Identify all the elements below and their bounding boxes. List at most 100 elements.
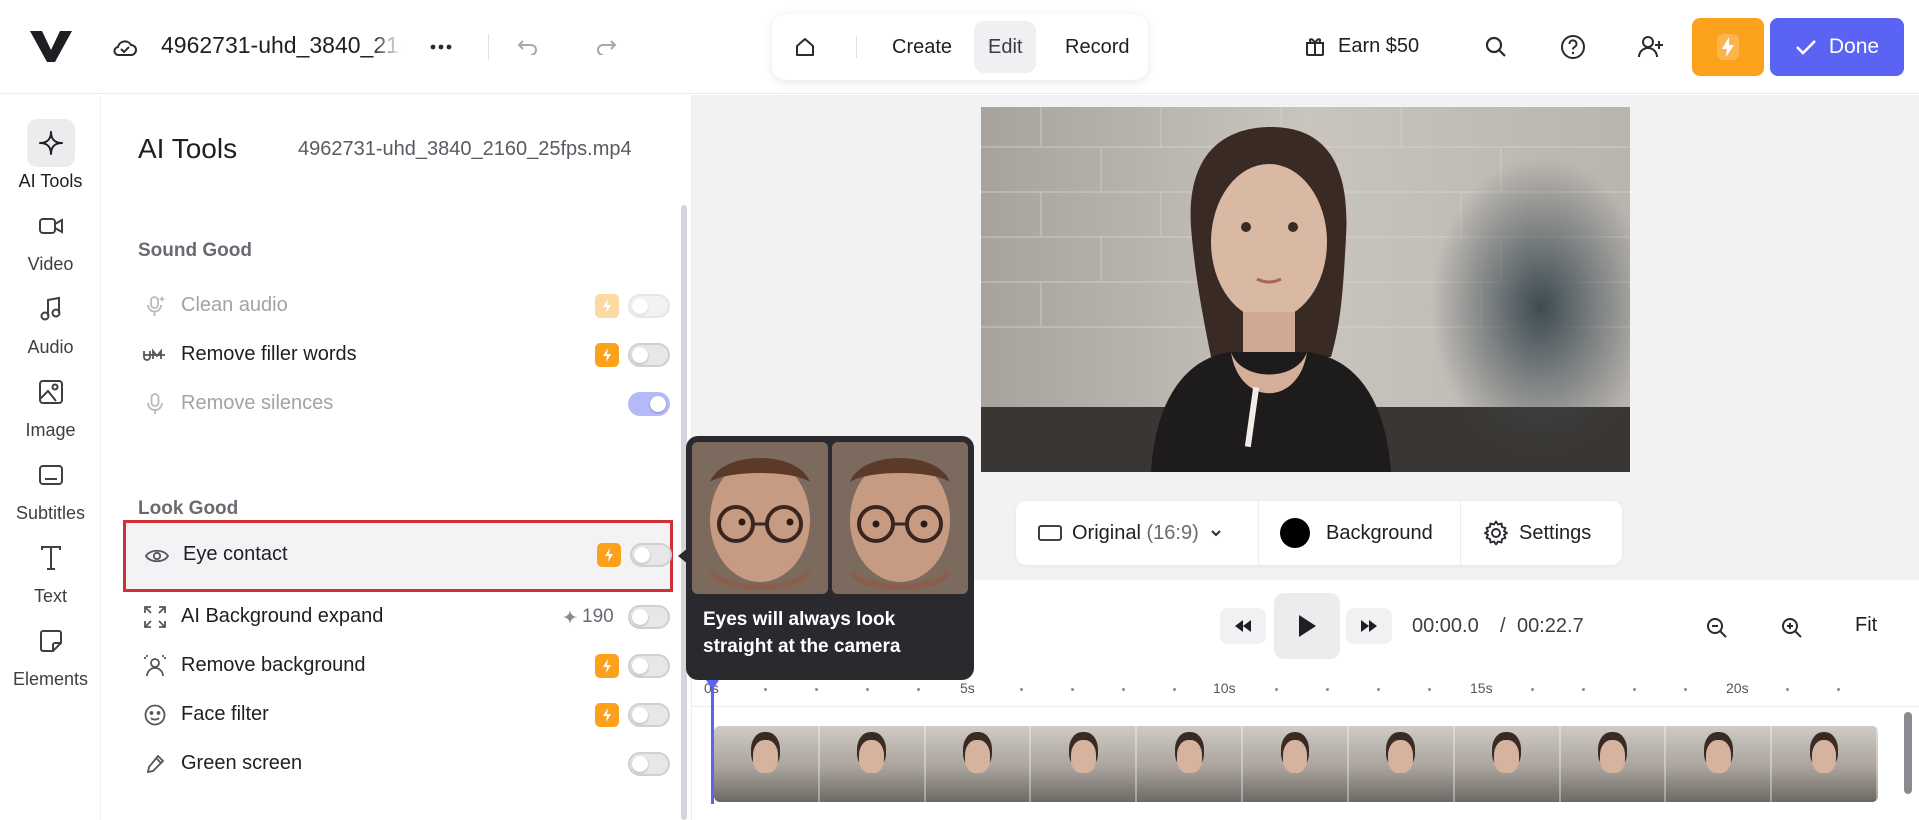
ruler-label-5s: 5s [960,680,975,696]
ruler-tick-dot [1122,688,1125,691]
rail-item-elements[interactable]: Elements [0,617,101,709]
gear-icon [1484,520,1508,546]
timeline-scrollbar[interactable] [1904,712,1912,794]
ruler-tick-dot [1582,688,1585,691]
playhead[interactable] [711,684,714,804]
ai-background-expand-toggle[interactable] [628,605,670,629]
green-screen-toggle[interactable] [628,752,670,776]
clip-thumbnail [1454,726,1561,802]
cloud-saved-icon[interactable] [110,32,140,62]
tab-edit[interactable]: Edit [974,21,1037,73]
ruler-tick-dot [1326,688,1329,691]
redo-icon[interactable] [590,32,622,62]
earn-label: Earn $50 [1338,34,1420,57]
credit-value: 190 [582,606,614,627]
project-filename[interactable]: 4962731-uhd_3840_2160_25fps.mp4 [161,32,401,59]
tool-label: Remove background [181,654,366,676]
tooltip-before-image [692,442,828,594]
mode-switcher: Create Edit Record [772,14,1148,80]
background-button[interactable]: Background [1280,501,1433,565]
rail-item-text[interactable]: Text [0,534,101,626]
video-preview[interactable] [981,107,1630,472]
rail-item-subtitles[interactable]: Subtitles [0,451,101,543]
clip-thumbnail [1137,726,1244,802]
ruler-label-10s: 10s [1213,680,1236,696]
microphone-icon [142,391,168,417]
remove-filler-words-toggle[interactable] [628,343,670,367]
remove-background-toggle[interactable] [628,654,670,678]
background-label: Background [1326,521,1433,544]
zoom-fit-button[interactable]: Fit [1855,614,1877,637]
credit-cost: 190 [562,606,614,628]
tooltip-after-image [832,442,968,594]
clip-thumbnail [1031,726,1138,802]
section-label-sound-good: Sound Good [138,240,252,261]
done-button[interactable]: Done [1770,18,1904,76]
time-separator: / [1500,615,1506,637]
aspect-ratio-dropdown[interactable]: Original (16:9) [1038,501,1223,565]
tool-label: Remove silences [181,392,334,414]
app-logo-icon[interactable] [28,28,74,64]
aspect-ratio-icon [1038,525,1062,541]
remove-silences-toggle[interactable] [628,392,670,416]
ruler-tick-dot [1377,688,1380,691]
help-icon[interactable] [1556,30,1590,64]
ruler-tick-dot [1633,688,1636,691]
home-icon[interactable] [788,30,822,64]
done-label: Done [1828,35,1880,58]
rail-label: Audio [27,337,74,357]
face-filter-toggle[interactable] [628,703,670,727]
fast-forward-icon[interactable] [1346,608,1392,644]
earn-referral-button[interactable]: Earn $50 [1304,26,1419,66]
clean-audio-toggle[interactable] [628,294,670,318]
premium-bolt-icon [595,294,619,318]
bolt-icon [1717,34,1739,60]
ruler-tick-dot [815,688,818,691]
tool-green-screen[interactable]: Green screen [122,734,672,794]
eyedropper-icon [142,751,168,777]
timeline-ruler-baseline [692,706,1919,707]
rail-item-ai-tools[interactable]: AI Tools [0,119,101,211]
background-color-swatch-icon [1280,518,1310,548]
aspect-ratio-value: (16:9) [1146,521,1199,544]
music-note-icon [27,285,75,333]
rail-item-audio[interactable]: Audio [0,285,101,377]
video-clip-track[interactable] [714,726,1878,802]
sparkle-icon [26,119,75,167]
top-bar: 4962731-uhd_3840_2160_25fps.mp4 Create E… [0,0,1919,94]
tab-record[interactable]: Record [1051,21,1143,73]
rail-label: Elements [12,669,89,689]
search-icon[interactable] [1479,30,1513,64]
clip-thumbnail [1666,726,1773,802]
text-icon [27,534,75,582]
invite-user-icon[interactable] [1634,30,1668,64]
rail-item-image[interactable]: Image [0,368,101,460]
ruler-tick-dot [1837,688,1840,691]
image-icon [27,368,75,416]
aspect-ratio-label: Original [1072,521,1141,544]
ruler-tick-dot [917,688,920,691]
mode-divider [856,36,857,58]
play-button[interactable] [1274,593,1340,659]
ruler-tick-dot [1531,688,1534,691]
upgrade-button[interactable] [1692,18,1764,76]
video-frame-image [981,107,1630,472]
section-label-look-good: Look Good [138,498,239,519]
zoom-out-icon[interactable] [1701,612,1733,644]
rail-label: Text [33,586,67,606]
tab-create[interactable]: Create [878,21,966,73]
tool-eye-contact[interactable]: Eye contact [123,520,673,592]
eye-contact-toggle[interactable] [630,543,672,567]
ruler-label-15s: 15s [1470,680,1493,696]
face-sparkle-icon [142,702,168,728]
zoom-in-icon[interactable] [1776,612,1808,644]
ruler-tick-dot [1071,688,1074,691]
credit-sparkle-icon [562,609,578,625]
rail-item-video[interactable]: Video [0,202,101,294]
current-time: 00:00.0 [1412,615,1479,637]
rewind-icon[interactable] [1220,608,1266,644]
settings-button[interactable]: Settings [1483,501,1591,565]
undo-icon[interactable] [512,32,544,62]
more-options-icon[interactable] [424,30,458,64]
tool-remove-silences[interactable]: Remove silences [122,374,672,434]
